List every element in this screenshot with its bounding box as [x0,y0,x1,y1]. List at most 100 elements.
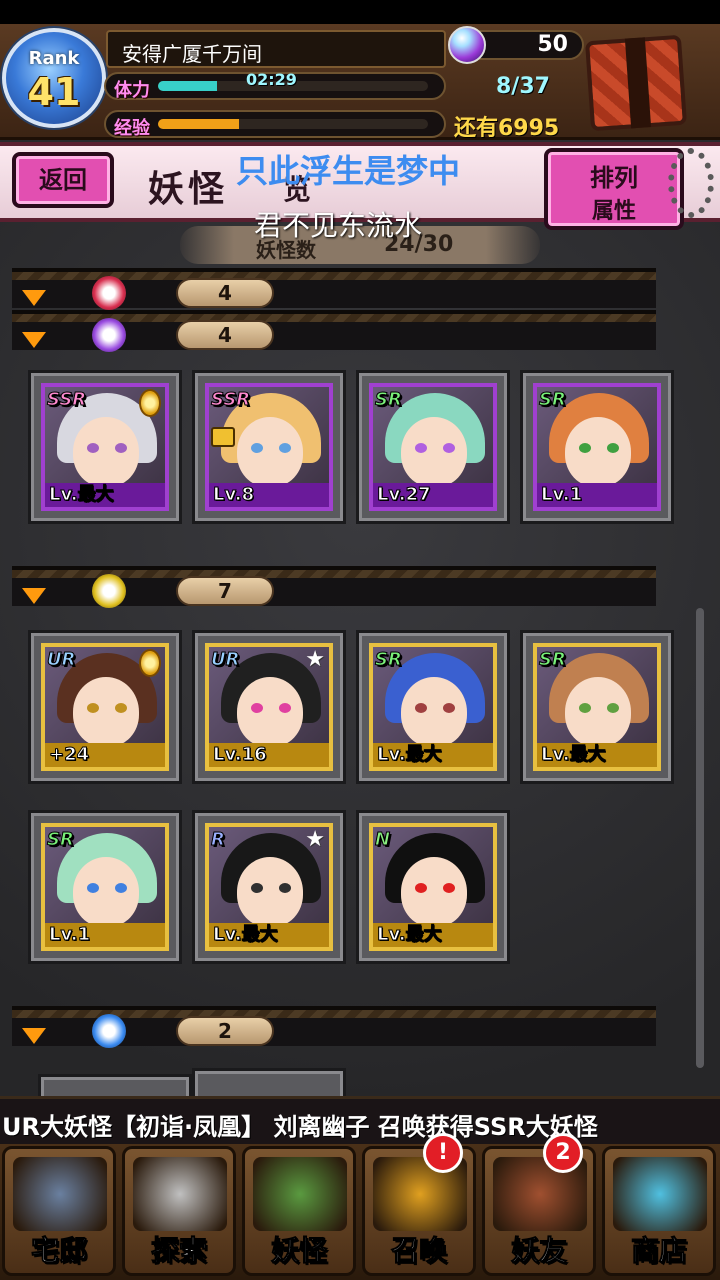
yokai-level: Lv.8 [209,483,329,507]
yokai-level: Lv.16 [209,743,329,767]
yokai-card[interactable]: SR Lv.最大 [356,630,510,784]
medal-icon [139,649,161,677]
yokai-card-frame: SR Lv.最大 [369,643,497,771]
ticker-text: UR大妖怪【初诣·凤凰】 刘离幽子 召唤获得SSR大妖怪 [2,1113,598,1141]
house-icon [13,1157,107,1231]
nav-label: 妖怪 [270,1234,327,1268]
sort-mode-label: 属性 [591,199,636,224]
collapse-triangle-icon [22,332,46,348]
exp-remaining: 还有6995 [454,116,560,141]
yokai-card[interactable]: UR ★ Lv.16 [192,630,346,784]
stamina-label: 体力 [114,80,150,101]
scroll-icon [253,1157,347,1231]
news-ticker: UR大妖怪【初诣·凤凰】 刘离幽子 召唤获得SSR大妖怪 [0,1096,720,1144]
nav-label: 商店 [630,1234,687,1268]
yokai-card[interactable]: R ★ Lv.最大 [192,810,346,964]
medal-icon [139,389,161,417]
back-button[interactable]: 返回 [12,152,114,208]
yokai-level: Lv.最大 [537,743,657,767]
stamina-timer: 02:29 [246,70,297,89]
exp-label: 经验 [114,118,150,139]
lyric-overlay-2: 君不见东流水 [254,209,423,242]
fire-attribute-icon [92,276,126,310]
exp-track [158,119,428,129]
nav-shop-button[interactable]: 商店 [602,1146,716,1276]
yokai-level: Lv.27 [373,483,493,507]
rank-number: 41 [27,70,81,114]
section-header-fire[interactable]: 4 [12,268,656,310]
yokai-card[interactable]: SR Lv.27 [356,370,510,524]
rank-badge[interactable]: Rank 41 [2,28,106,128]
nav-label: 召唤 [390,1234,447,1268]
section-header-water[interactable]: 2 [12,1006,656,1048]
nav-yokai-button[interactable]: 妖怪 [242,1146,356,1276]
yokai-card-frame: SR Lv.27 [369,383,497,511]
section-header-dark[interactable]: 4 [12,310,656,352]
nav-summon-button[interactable]: 召唤! [362,1133,476,1276]
yokai-card[interactable]: SR Lv.1 [28,810,182,964]
yokai-card[interactable]: SSR Lv.8 [192,370,346,524]
crystal-orb-icon [613,1157,707,1231]
gem-value: 50 [537,32,568,57]
rarity-badge: UR [210,649,240,671]
yokai-level: Lv.1 [537,483,657,507]
yokai-card[interactable]: N Lv.最大 [356,810,510,964]
exp-fill [158,119,239,129]
stamina-fill [158,81,218,91]
rarity-badge: SR [375,649,403,671]
dark-attribute-icon [92,318,126,352]
rank-word: Rank [28,48,80,69]
yokai-card[interactable]: SSR Lv.最大 [28,370,182,524]
section-count: 2 [176,1016,274,1046]
player-name: 安得广厦千万间 [106,30,446,68]
nav-label: 宅邸 [30,1234,87,1268]
yokai-card-frame: SR Lv.1 [41,823,169,951]
yokai-card-frame: SSR Lv.最大 [41,383,169,511]
section-count: 4 [176,278,274,308]
lyric-overlay-1: 只此浮生是梦中 [236,152,461,190]
yokai-card-frame: N Lv.最大 [369,823,497,951]
section-header-earth[interactable]: 7 [12,566,656,608]
list-scrollbar[interactable] [696,608,704,1068]
nav-home-button[interactable]: 宅邸 [2,1146,116,1276]
gear-decoration-icon [668,148,714,218]
yokai-card[interactable]: SR Lv.1 [520,370,674,524]
yokai-card-frame: UR ★ Lv.16 [205,643,333,771]
yokai-level: Lv.最大 [45,483,165,507]
nav-friends-button[interactable]: 妖友 2 [482,1133,596,1276]
rarity-badge: SR [539,389,567,411]
gem-icon [448,26,486,64]
yokai-level: Lv.最大 [373,923,493,947]
rarity-badge: R [211,829,226,851]
yokai-card-frame: R ★ Lv.最大 [205,823,333,951]
yokai-level: +24 [45,743,165,767]
rarity-badge: UR [46,649,76,671]
yokai-level: Lv.1 [45,923,165,947]
stamina-bar: 体力 02:29 [104,70,446,101]
rarity-badge: SR [47,829,75,851]
magnifier-icon [133,1157,227,1231]
section-count: 7 [176,576,274,606]
collapse-triangle-icon [22,290,46,306]
gem-counter[interactable]: 50 [448,26,584,64]
yokai-card-frame: SR Lv.1 [533,383,661,511]
yokai-card[interactable]: UR +24 [28,630,182,784]
yokai-card[interactable]: SR Lv.最大 [520,630,674,784]
star-icon: ★ [305,647,325,672]
rarity-badge: SSR [210,389,251,411]
nav-label: 探索 [150,1234,207,1268]
status-bar [0,0,720,24]
gift-chest-icon[interactable] [584,34,688,132]
yokai-card-frame: SSR Lv.8 [205,383,333,511]
water-attribute-icon [92,1014,126,1048]
section-count: 4 [176,320,274,350]
nav-label: 妖友 [510,1234,567,1268]
sort-attribute-button[interactable]: 排列 属性 [544,148,684,230]
earth-attribute-icon [92,574,126,608]
yokai-level: Lv.最大 [209,923,329,947]
rarity-badge: SSR [46,389,87,411]
nav-explore-button[interactable]: 探索 [122,1146,236,1276]
rarity-badge: SR [375,389,403,411]
collapse-triangle-icon [22,588,46,604]
page-title: 妖怪 [148,169,229,210]
